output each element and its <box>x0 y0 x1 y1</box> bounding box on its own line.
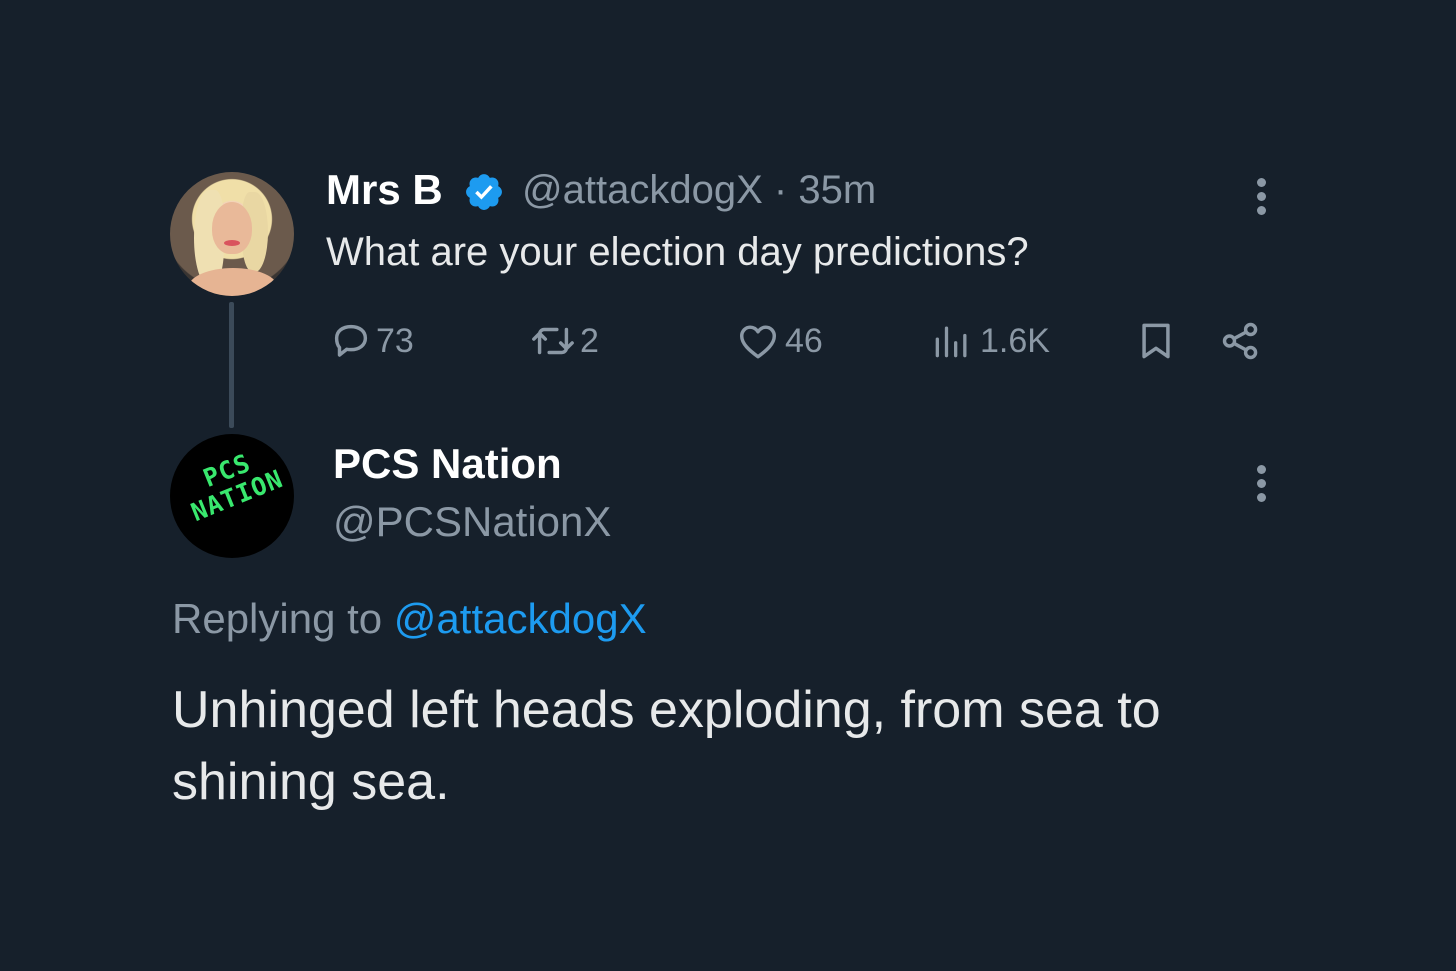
reply-tweet-text: Unhinged left heads exploding, from sea … <box>172 681 1161 811</box>
avatar-pcs-nation[interactable]: PCS NATION <box>170 434 294 558</box>
reply-bubble-icon <box>334 324 368 357</box>
share-button[interactable] <box>1218 318 1264 364</box>
reply-author-handle[interactable]: @PCSNationX <box>333 498 611 546</box>
avatar-face <box>212 202 252 254</box>
verified-badge-icon <box>466 174 502 210</box>
meta-separator: · <box>773 168 788 212</box>
views-count: 1.6K <box>980 321 1050 360</box>
views-bar-icon <box>935 326 967 358</box>
thread-connector-line <box>229 302 234 428</box>
share-icon <box>1222 322 1258 360</box>
reply-more-options-icon[interactable] <box>1255 465 1267 507</box>
repost-count: 2 <box>580 321 599 360</box>
more-options-icon[interactable] <box>1255 178 1267 220</box>
tweet-meta: @attackdogX · 35m <box>522 168 876 213</box>
heart-icon <box>739 325 777 359</box>
reply-count: 73 <box>376 321 414 360</box>
avatar-logo-text: PCS NATION <box>170 435 294 532</box>
avatar-mrs-b[interactable] <box>170 172 294 296</box>
views-button[interactable]: 1.6K <box>930 318 1050 364</box>
tweet-text: What are your election day predictions? <box>326 230 1029 274</box>
like-count: 46 <box>785 321 823 360</box>
author-display-name[interactable]: Mrs B <box>326 166 443 213</box>
tweet-header: Mrs B <box>326 166 443 214</box>
author-handle[interactable]: @attackdogX <box>522 168 763 212</box>
like-button[interactable]: 46 <box>735 318 823 364</box>
replying-to-line: Replying to @attackdogX <box>172 595 647 643</box>
repost-icon <box>532 327 574 355</box>
replying-to-mention[interactable]: @attackdogX <box>394 595 647 642</box>
repost-button[interactable]: 2 <box>528 318 599 364</box>
bookmark-icon <box>1142 323 1170 359</box>
replying-to-prefix: Replying to <box>172 595 383 642</box>
avatar-lips <box>224 240 240 246</box>
reply-author-display-name[interactable]: PCS Nation <box>333 440 562 488</box>
tweet-timestamp[interactable]: 35m <box>798 168 876 212</box>
reply-button[interactable]: 73 <box>328 318 414 364</box>
bookmark-button[interactable] <box>1134 318 1178 364</box>
